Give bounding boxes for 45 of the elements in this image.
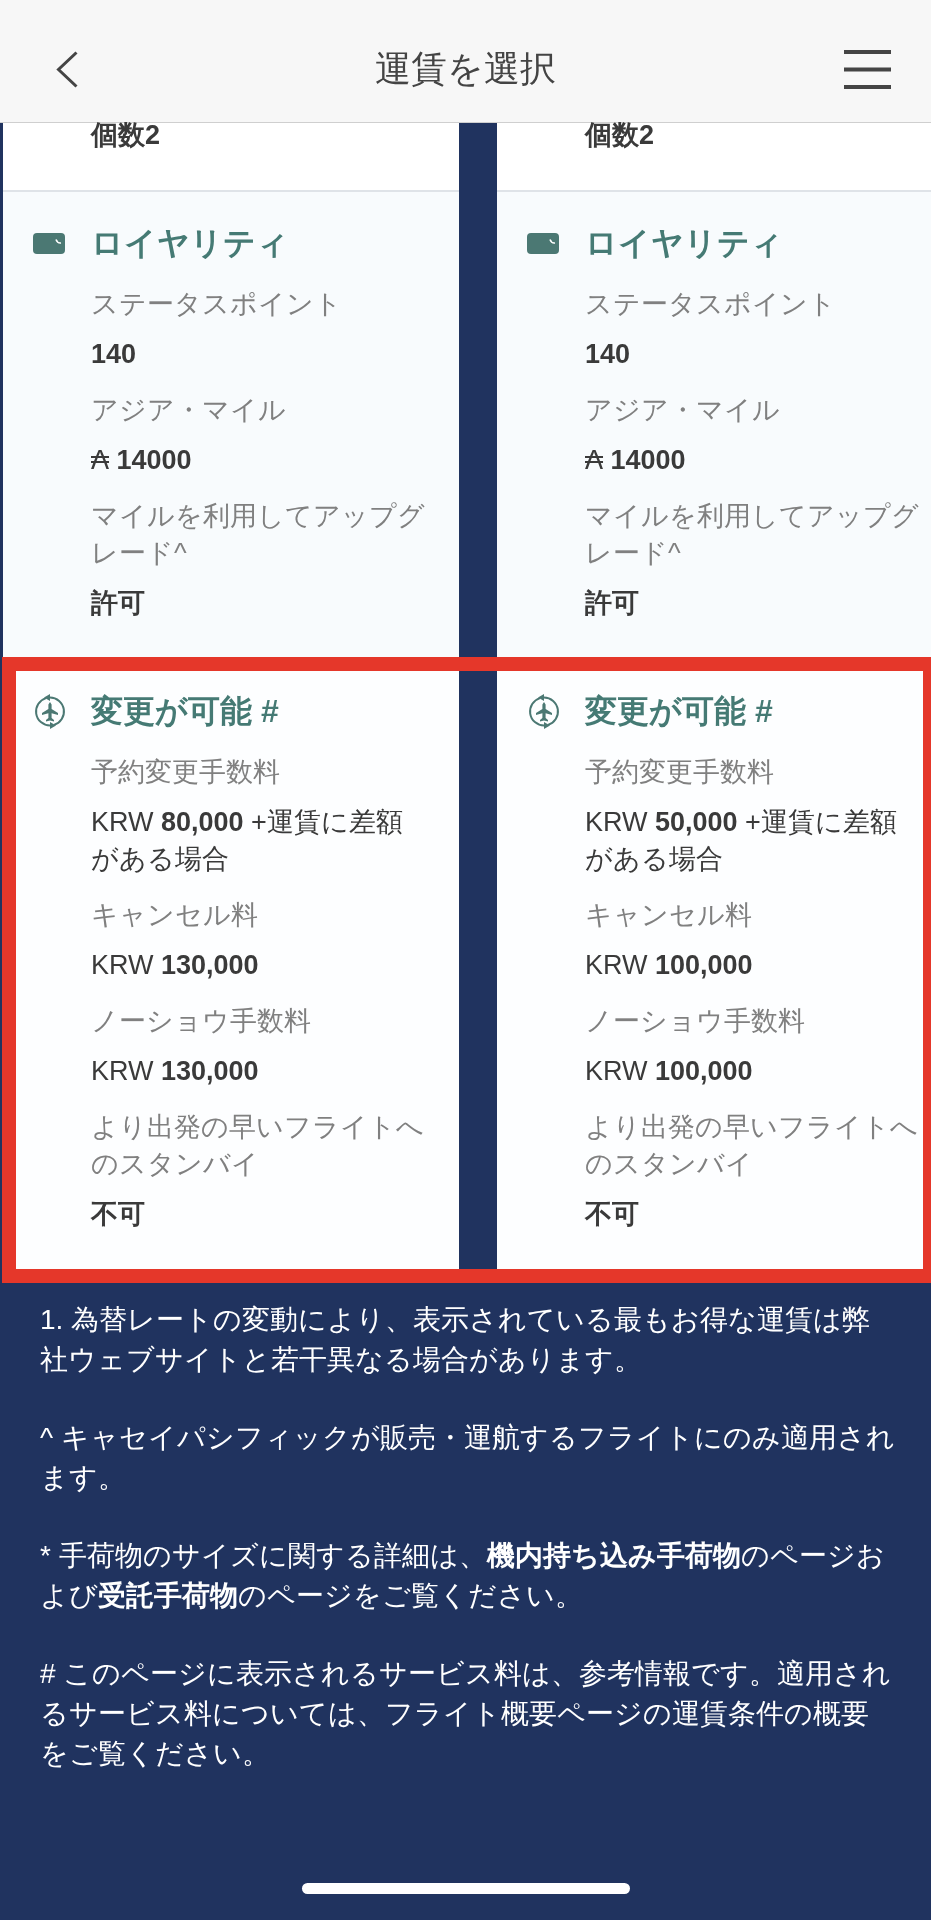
detail-value: 140 [91, 338, 138, 371]
detail-value: 不可 [91, 1198, 146, 1231]
detail-label: 予約変更手数料 [585, 756, 775, 789]
card-icon [33, 232, 65, 254]
detail-label: ノーショウ手数料 [91, 1005, 312, 1038]
detail-value: KRW 130,000 [91, 949, 260, 982]
detail-value: KRW 100,000 [585, 949, 754, 982]
detail-value: KRW 100,000 [585, 1055, 754, 1088]
detail-label: より出発の早いフライトへのスタンバイ [91, 1111, 425, 1181]
detail-label: キャンセル料 [585, 899, 753, 932]
detail-value: 140 [585, 338, 632, 371]
detail-label: より出発の早いフライトへのスタンバイ [585, 1111, 919, 1181]
section-title: ロイヤリティ [585, 224, 784, 263]
footnote: 1. 為替レートの変動により、表示されている最もお得な運賃は弊社ウェブサイトと若干異なる場合があります。 [40, 1303, 872, 1377]
section-title: ロイヤリティ [91, 224, 290, 263]
plane-arrows-icon [33, 692, 67, 730]
detail-value: 許可 [91, 587, 146, 620]
plane-arrows-icon [527, 692, 561, 730]
section-title: 変更が可能 # [585, 692, 774, 731]
section-title: 変更が可能 # [91, 692, 280, 731]
page-title: 運賃を選択 [375, 47, 556, 91]
card-icon [527, 232, 559, 254]
detail-value: KRW 50,000 +運賃に差額がある場合 [585, 806, 898, 876]
footnote: * 手荷物のサイズに関する詳細は、機内持ち込み手荷物のページおよび受託手荷物のページをご覧ください。 [40, 1539, 886, 1613]
detail-label: マイルを利用してアップグレード^ [91, 500, 426, 570]
detail-label: キャンセル料 [91, 899, 259, 932]
detail-value: KRW 130,000 [91, 1055, 260, 1088]
detail-value: ₳ 14000 [585, 444, 687, 477]
footnote: ^ キャセイパシフィックが販売・運航するフライトにのみ適用されます。 [40, 1421, 896, 1495]
detail-value: 不可 [585, 1198, 640, 1231]
back-icon[interactable] [56, 50, 78, 88]
detail-value: KRW 80,000 +運賃に差額がある場合 [91, 806, 404, 876]
detail-label: アジア・マイル [91, 394, 287, 427]
detail-value: 個数2 [585, 123, 656, 147]
footnote: # このページに表示されるサービス料は、参考情報です。適用されるサービス料については、フライト概要ページの運賃条件の概要をご覧ください。 [40, 1657, 893, 1771]
detail-label: ステータスポイント [91, 288, 343, 321]
detail-label: ノーショウ手数料 [585, 1005, 806, 1038]
detail-value: 個数2 [91, 123, 162, 147]
detail-label: マイルを利用してアップグレード^ [585, 500, 920, 570]
detail-label: 予約変更手数料 [91, 756, 281, 789]
detail-label: ステータスポイント [585, 288, 837, 321]
detail-value: ₳ 14000 [91, 444, 193, 477]
detail-value: 許可 [585, 587, 640, 620]
detail-label: アジア・マイル [585, 394, 781, 427]
menu-icon[interactable] [844, 49, 891, 89]
